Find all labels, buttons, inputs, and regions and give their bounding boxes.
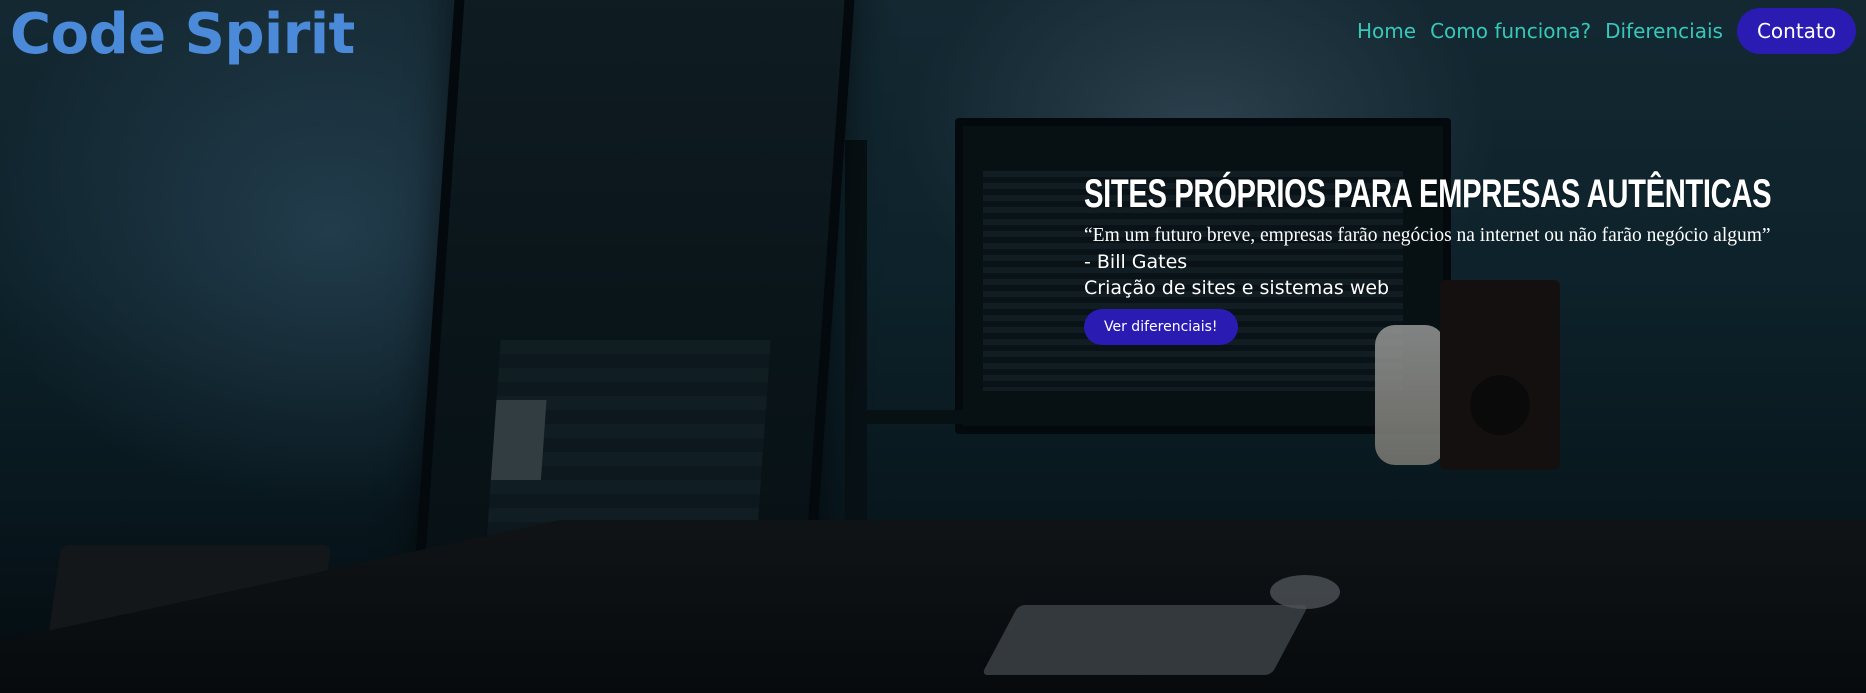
brand-logo[interactable]: Code Spirit [10,2,355,67]
contact-button[interactable]: Contato [1736,8,1856,54]
hero-section: Code Spirit Home Como funciona? Diferenc… [0,0,1866,693]
nav-link-home[interactable]: Home [1357,19,1416,43]
background-photo [0,0,1866,693]
nav-link-diferenciais[interactable]: Diferenciais [1605,19,1723,43]
nav-link-como-funciona[interactable]: Como funciona? [1430,19,1591,43]
hero-headline: SITES PRÓPRIOS PARA EMPRESAS AUTÊNTICAS [1084,172,1772,216]
main-nav: Home Como funciona? Diferenciais Contato [1343,8,1856,54]
hero-tagline: Criação de sites e sistemas web [1084,277,1390,299]
see-differentials-button[interactable]: Ver diferenciais! [1084,309,1238,345]
quote-author: - Bill Gates [1084,251,1188,273]
hero-content: SITES PRÓPRIOS PARA EMPRESAS AUTÊNTICAS … [1084,172,1864,345]
hero-quote: “Em um futuro breve, empresas farão negó… [1084,225,1771,246]
site-header: Code Spirit Home Como funciona? Diferenc… [0,0,1866,70]
